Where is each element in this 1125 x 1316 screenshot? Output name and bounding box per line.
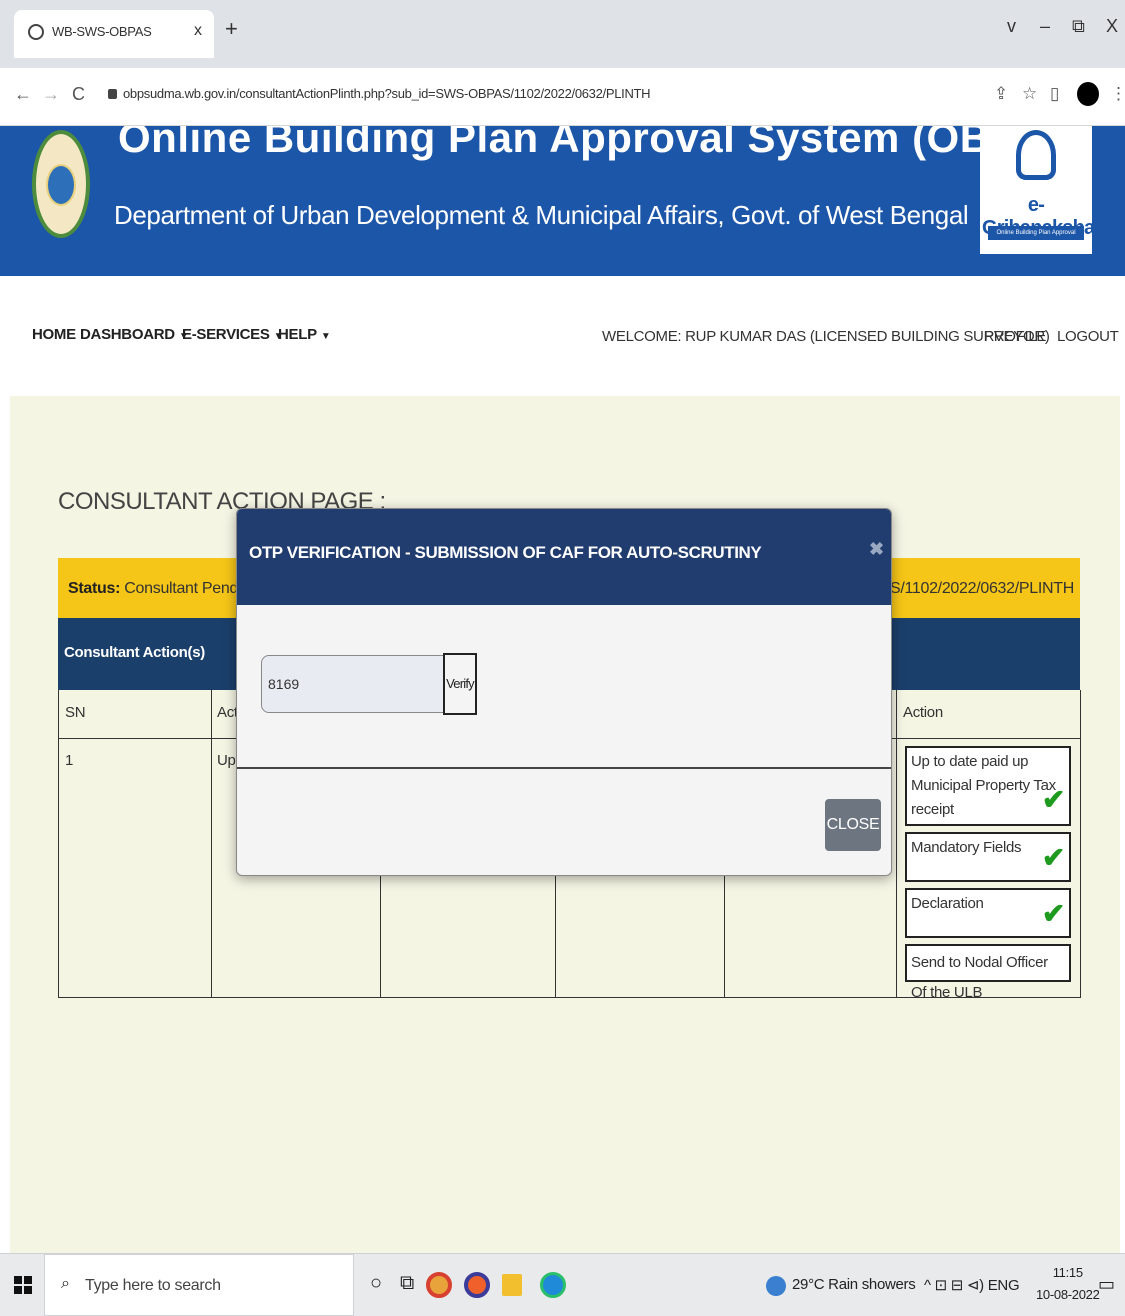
send-to-nodal-officer-button[interactable]: Send to Nodal Officer Of the ULB bbox=[905, 944, 1071, 1001]
logout-link[interactable]: LOGOUT bbox=[1057, 328, 1119, 345]
tab-close-button[interactable]: x bbox=[194, 22, 202, 40]
cortana-icon[interactable]: ○ bbox=[370, 1272, 382, 1295]
check-icon: ✔ bbox=[1041, 898, 1065, 929]
status-text: Status: Consultant Pending bbox=[68, 580, 259, 597]
menu-kebab-icon[interactable]: ⋮ bbox=[1110, 84, 1125, 104]
windows-start-icon[interactable] bbox=[14, 1276, 32, 1294]
profile-avatar-icon[interactable] bbox=[1077, 82, 1099, 106]
government-seal-logo bbox=[32, 130, 90, 238]
e-grihanaksha-logo: e-Grihanaksha Online Building Plan Appro… bbox=[980, 126, 1095, 254]
minimize-button[interactable]: – bbox=[1040, 16, 1050, 37]
monitor-icon bbox=[1016, 130, 1056, 180]
clock-time: 11:15 bbox=[1052, 1265, 1083, 1280]
profile-link[interactable]: PROFILE bbox=[984, 328, 1046, 345]
otp-input[interactable] bbox=[261, 655, 445, 713]
application-id: 3PAS/1102/2022/0632/PLINTH bbox=[861, 580, 1075, 597]
task-view-icon[interactable]: ⧉ bbox=[400, 1272, 414, 1295]
taskbar-search-placeholder: Type here to search bbox=[85, 1277, 221, 1294]
new-tab-button[interactable]: + bbox=[225, 16, 238, 42]
modal-body: Verify bbox=[237, 605, 891, 769]
action-mandatory-fields[interactable]: Mandatory Fields ✔ bbox=[905, 832, 1071, 882]
tab-search-button[interactable]: v bbox=[1007, 16, 1016, 37]
notification-icon[interactable]: ▭ bbox=[1098, 1274, 1115, 1295]
column-header-action-name: Act bbox=[217, 704, 238, 721]
nav-e-services[interactable]: E-SERVICES ▼ bbox=[182, 326, 283, 343]
site-title: Online Building Plan Approval System (OB… bbox=[118, 126, 1090, 161]
sidepanel-icon[interactable]: ▯ bbox=[1050, 84, 1059, 104]
firefox-icon[interactable] bbox=[464, 1272, 490, 1298]
action-declaration[interactable]: Declaration ✔ bbox=[905, 888, 1071, 938]
browser-tab[interactable]: WB-SWS-OBPAS x bbox=[14, 10, 214, 58]
table-column bbox=[59, 690, 212, 998]
site-header: Online Building Plan Approval System (OB… bbox=[0, 126, 1125, 276]
weather-icon bbox=[766, 1276, 786, 1296]
caret-down-icon: ▼ bbox=[320, 331, 331, 342]
site-subtitle: Department of Urban Development & Munici… bbox=[114, 200, 969, 230]
tab-title: WB-SWS-OBPAS bbox=[52, 24, 152, 39]
url-field[interactable]: obpsudma.wb.gov.in/consultantActionPlint… bbox=[108, 86, 651, 101]
modal-title: OTP VERIFICATION - SUBMISSION OF CAF FOR… bbox=[249, 543, 762, 562]
clock-date: 10-08-2022 bbox=[1036, 1287, 1100, 1302]
action-property-tax-receipt[interactable]: Up to date paid up Municipal Property Ta… bbox=[905, 746, 1071, 826]
lock-icon bbox=[108, 89, 117, 99]
check-icon: ✔ bbox=[1041, 842, 1065, 873]
file-explorer-icon[interactable] bbox=[502, 1274, 522, 1296]
search-icon: ⌕ bbox=[61, 1275, 70, 1292]
globe-icon bbox=[28, 24, 44, 40]
column-header-action: Action bbox=[903, 704, 943, 721]
forward-arrow-icon[interactable]: → bbox=[42, 84, 60, 105]
nav-home[interactable]: HOME bbox=[32, 326, 76, 343]
table-title: Consultant Action(s) bbox=[64, 644, 205, 661]
otp-verification-modal: OTP VERIFICATION - SUBMISSION OF CAF FOR… bbox=[236, 508, 892, 876]
weather-text[interactable]: 29°C Rain showers bbox=[792, 1276, 916, 1293]
nav-dashboard[interactable]: DASHBOARD ▼ bbox=[80, 326, 189, 343]
nav-help[interactable]: HELP ▼ bbox=[278, 326, 331, 343]
verify-button[interactable]: Verify bbox=[443, 653, 477, 715]
modal-close-x-icon[interactable]: ✖ bbox=[869, 539, 884, 560]
chrome-icon[interactable] bbox=[426, 1272, 452, 1298]
row-sn: 1 bbox=[65, 752, 74, 769]
brand-tagline: Online Building Plan Approval System bbox=[988, 226, 1084, 250]
modal-header: OTP VERIFICATION - SUBMISSION OF CAF FOR… bbox=[237, 509, 891, 605]
bookmark-star-icon[interactable]: ☆ bbox=[1022, 84, 1037, 104]
edge-icon[interactable] bbox=[540, 1272, 566, 1298]
windows-taskbar: ⌕ Type here to search ○ ⧉ 29°C Rain show… bbox=[0, 1253, 1125, 1316]
taskbar-clock[interactable]: 11:15 10-08-2022 bbox=[1036, 1262, 1100, 1306]
address-bar: ← → C obpsudma.wb.gov.in/consultantActio… bbox=[0, 68, 1125, 126]
reload-icon[interactable]: C bbox=[72, 84, 85, 105]
close-window-button[interactable]: X bbox=[1106, 16, 1118, 37]
taskbar-search-box[interactable]: ⌕ Type here to search bbox=[44, 1254, 354, 1316]
welcome-text: WELCOME: RUP KUMAR DAS (LICENSED BUILDIN… bbox=[602, 328, 1050, 345]
url-text: obpsudma.wb.gov.in/consultantActionPlint… bbox=[123, 86, 651, 101]
modal-close-button[interactable]: CLOSE bbox=[825, 799, 881, 851]
main-nav: HOME DASHBOARD ▼ E-SERVICES ▼ HELP ▼ WELCOM… bbox=[0, 276, 1125, 396]
share-icon[interactable]: ⇪ bbox=[994, 84, 1008, 104]
browser-tab-bar: WB-SWS-OBPAS x + v – ⧉ X bbox=[0, 0, 1125, 68]
check-icon: ✔ bbox=[1041, 784, 1065, 815]
system-tray[interactable]: ^ ⊡ ⊟ ⊲) ENG bbox=[924, 1276, 1020, 1294]
column-header-sn: SN bbox=[65, 704, 86, 721]
maximize-button[interactable]: ⧉ bbox=[1072, 16, 1085, 37]
back-arrow-icon[interactable]: ← bbox=[14, 84, 32, 105]
